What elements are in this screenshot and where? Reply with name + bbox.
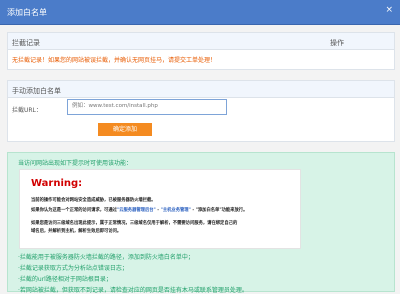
console-link[interactable]: "云服务器管理后台"	[117, 208, 156, 213]
help-notice: 当访问网站出现如下提示时可使用该功能： Warning: 当前的操作可能会对网站…	[7, 152, 395, 294]
column-header-action: 操作	[330, 39, 344, 47]
notice-bullet: ·拦截记录获取方式为分析站点错误日志；	[18, 265, 128, 272]
host-management-link[interactable]: "主机业务管理"	[161, 208, 191, 213]
column-header-record: 拦截记录	[12, 39, 40, 47]
warning-example-box: Warning: 当前的操作可能会对网站安全造成威胁，已被服务器防火墙拦截。 如…	[19, 169, 301, 249]
url-input-wrapper	[67, 99, 227, 115]
notice-bullet: ·拦截的url路径相对于网站根目录；	[18, 276, 112, 283]
warning-line-3: 如果您是访问三级域名出现此提示，属于正常情况，三级域名仅用于解析，不需要访问服务…	[31, 221, 238, 226]
intercept-records-panel: 拦截记录 操作 无拦截记录！如果您的网站被误拦截，并确认无网页挂马，请提交工单处…	[7, 32, 395, 70]
manual-panel-title: 手动添加白名单	[12, 87, 61, 95]
warning-line-2: 如果你认为这是一个正常的访问请求，可通过"云服务器管理后台" - "主机业务管理…	[31, 208, 248, 213]
url-input[interactable]	[68, 100, 226, 112]
close-icon[interactable]: ×	[385, 5, 393, 15]
manual-panel-header: 手动添加白名单	[8, 81, 394, 98]
notice-header: 当访问网站出现如下提示时可使用该功能：	[18, 160, 133, 167]
dialog-title: 添加白名单	[7, 8, 47, 17]
warning-line-4: 域名后，并解析到主机，解析生效后即可访问。	[31, 229, 122, 234]
warning-title: Warning:	[31, 178, 83, 189]
notice-bullet: ·拦截能用于被服务器防火墙拦截的路径，添加到防火墙白名单中；	[18, 254, 194, 261]
empty-records-message: 无拦截记录！如果您的网站被误拦截，并确认无网页挂马，请提交工单处理！	[12, 57, 217, 64]
dialog-titlebar: 添加白名单 ×	[0, 0, 400, 25]
url-label: 拦截URL：	[12, 107, 42, 114]
warning-line-1: 当前的操作可能会对网站安全造成威胁，已被服务器防火墙拦截。	[31, 198, 156, 203]
intercept-table-header: 拦截记录 操作	[8, 33, 394, 50]
confirm-add-button[interactable]: 确定添加	[98, 123, 152, 136]
manual-whitelist-panel: 手动添加白名单 拦截URL： 确定添加	[7, 80, 395, 142]
